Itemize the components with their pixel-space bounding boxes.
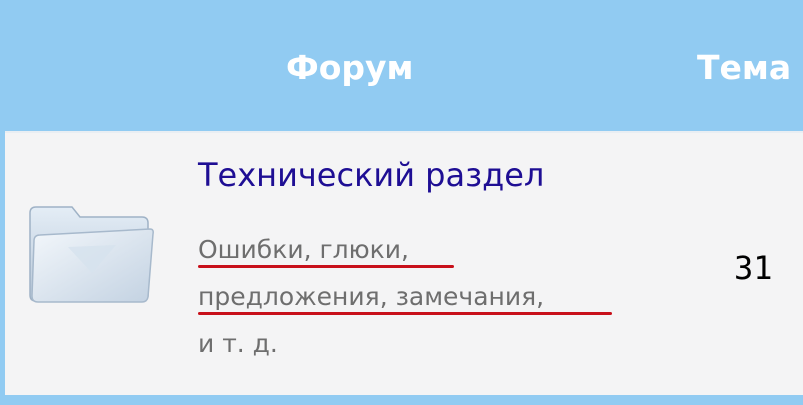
- forum-title-link[interactable]: Технический раздел: [198, 154, 544, 196]
- topics-count: 31: [734, 249, 773, 287]
- forum-description: Ошибки, глюки, предложения, замечания, и…: [198, 226, 628, 367]
- column-header-topics: Тема: [697, 48, 792, 87]
- row-left-border: [0, 131, 5, 395]
- annotation-underline: [198, 265, 454, 268]
- folder-icon: [29, 206, 154, 303]
- row-divider: [0, 395, 803, 405]
- annotation-underline: [198, 312, 612, 315]
- column-header-forum: Форум: [286, 48, 414, 87]
- description-line: и т. д.: [198, 329, 278, 358]
